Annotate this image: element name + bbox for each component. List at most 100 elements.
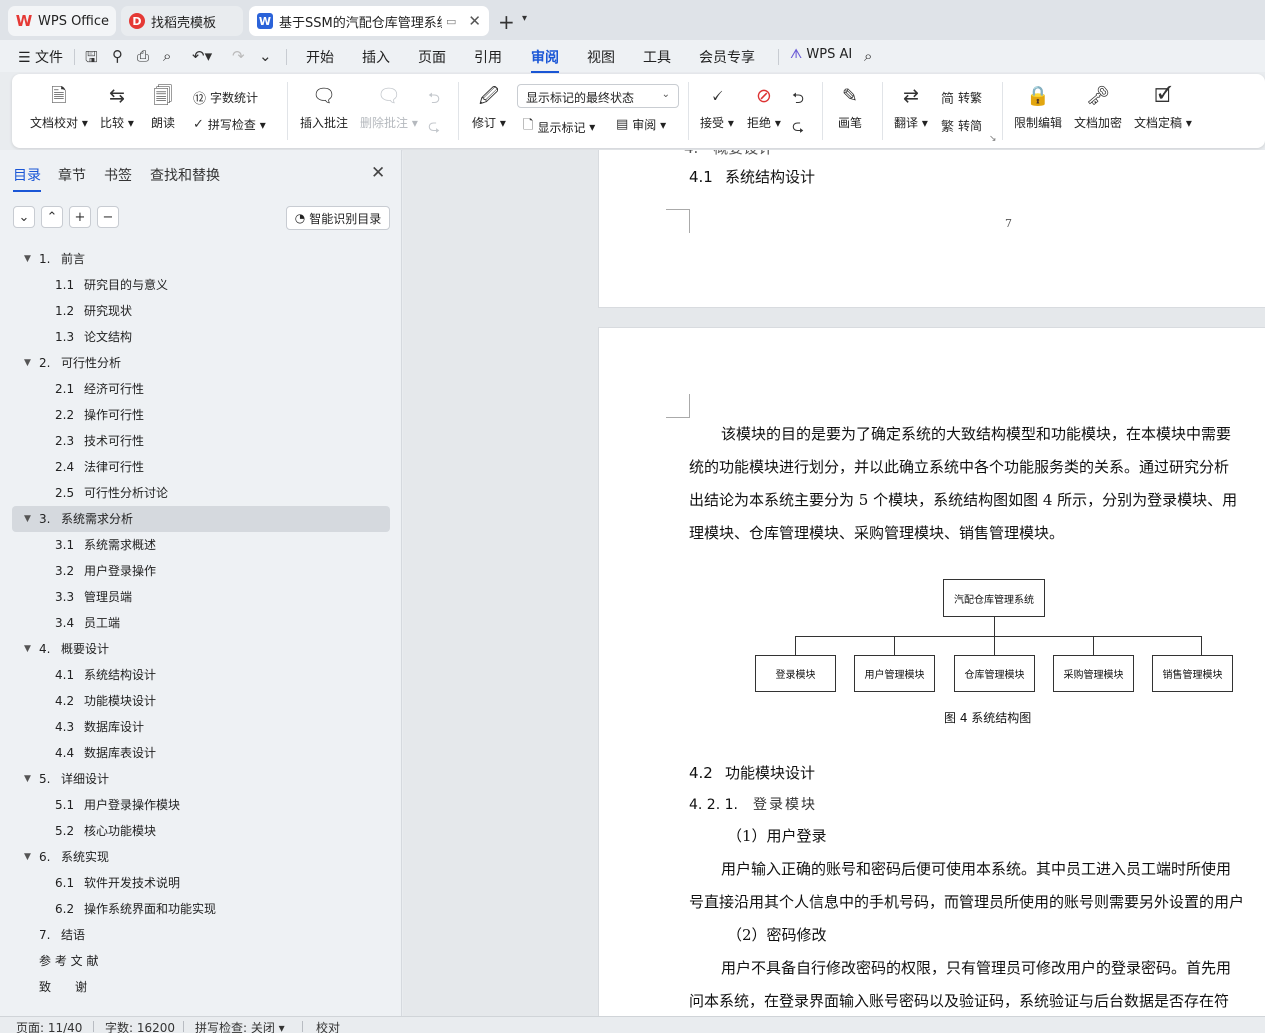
toc-item[interactable]: 5.2 核心功能模块 — [12, 818, 390, 844]
tab-chapters[interactable]: 章节 — [58, 165, 86, 185]
undo-icon[interactable]: ↶▾ — [192, 47, 212, 65]
toc-item-number: 6.2 — [55, 902, 75, 916]
smart-toc-button[interactable]: ◔ 智能识别目录 — [286, 206, 390, 230]
toc-item[interactable]: ▼ 1. 前言 — [12, 246, 390, 272]
menu-start[interactable]: 开始 — [306, 47, 334, 67]
toc-item[interactable]: 7. 结语 — [12, 922, 390, 948]
add-heading-icon[interactable]: + — [69, 206, 91, 228]
print-icon[interactable]: ⎙ — [137, 47, 149, 65]
toc-item[interactable]: 2.2 操作可行性 — [12, 402, 390, 428]
close-icon[interactable]: ✕ — [371, 163, 385, 183]
toc-item[interactable]: 3.4 员工端 — [12, 610, 390, 636]
toc-item[interactable]: 2.5 可行性分析讨论 — [12, 480, 390, 506]
expand-launcher-icon[interactable]: ↘ — [989, 134, 997, 144]
insert-comment-button[interactable]: 🗨 插入批注 — [300, 84, 348, 131]
chevron-down-icon[interactable]: ▾ — [522, 13, 527, 24]
expand-triangle-icon[interactable]: ▼ — [24, 506, 31, 532]
expand-up-icon[interactable]: ⌃ — [41, 206, 63, 228]
pen-button[interactable]: ✎ 画笔 — [838, 84, 862, 131]
tab-document[interactable]: W 基于SSM的汽配仓库管理系统 ▭ ✕ — [249, 6, 489, 36]
menu-member[interactable]: 会员专享 — [699, 47, 755, 67]
restrict-edit-button[interactable]: 🔒 限制编辑 — [1014, 84, 1062, 131]
accept-button[interactable]: 🗸 接受 ▾ — [700, 84, 734, 131]
toc-item[interactable]: 5.1 用户登录操作模块 — [12, 792, 390, 818]
word-count-indicator[interactable]: 字数: 16200 — [105, 1019, 175, 1033]
toc-item[interactable]: 3.3 管理员端 — [12, 584, 390, 610]
menu-view[interactable]: 视图 — [587, 47, 615, 67]
toc-item[interactable]: 1.3 论文结构 — [12, 324, 390, 350]
toc-item[interactable]: ▼ 5. 详细设计 — [12, 766, 390, 792]
toc-item[interactable]: 4.1 系统结构设计 — [12, 662, 390, 688]
save-icon[interactable]: 🖫 — [85, 47, 98, 72]
next-comment-icon[interactable]: ⮎ — [428, 116, 440, 141]
spell-check-button[interactable]: ✓ 拼写检查 ▾ — [193, 116, 266, 133]
toc-item[interactable]: 致 谢 — [12, 974, 390, 1000]
toc-item[interactable]: 1.1 研究目的与意义 — [12, 272, 390, 298]
tab-toc[interactable]: 目录 — [13, 165, 41, 192]
toc-item[interactable]: ▼ 6. 系统实现 — [12, 844, 390, 870]
compare-button[interactable]: ⇆ 比较 ▾ — [100, 84, 134, 131]
spell-check-status[interactable]: 拼写检查: 关闭 ▾ — [195, 1019, 285, 1033]
toc-item[interactable]: 参 考 文 献 — [12, 948, 390, 974]
read-aloud-button[interactable]: 🗐 朗读 — [151, 84, 175, 131]
chevron-down-icon[interactable]: ⌄ — [259, 47, 272, 65]
link-icon[interactable]: ⚲ — [112, 47, 123, 65]
toc-item[interactable]: 3.1 系统需求概述 — [12, 532, 390, 558]
word-count-button[interactable]: ⑫ 字数统计 — [193, 88, 258, 107]
menu-page[interactable]: 页面 — [418, 47, 446, 67]
expand-triangle-icon[interactable]: ▼ — [24, 766, 31, 792]
show-markup-button[interactable]: 🗋 显示标记 ▾ — [523, 116, 595, 138]
to-simplified-button[interactable]: 繁转简 — [941, 116, 982, 135]
to-traditional-button[interactable]: 简转繁 — [941, 88, 982, 107]
reject-button[interactable]: ⊘ 拒绝 ▾ — [747, 84, 781, 131]
menu-insert[interactable]: 插入 — [362, 47, 390, 67]
redo-icon[interactable]: ↷ — [232, 47, 245, 65]
track-changes-button[interactable]: 🖉 修订 ▾ — [472, 84, 506, 131]
encrypt-button[interactable]: 🗝 文档加密 — [1074, 84, 1122, 131]
toc-item[interactable]: 2.3 技术可行性 — [12, 428, 390, 454]
doc-check-button[interactable]: 🗎 文档校对 ▾ — [30, 84, 88, 131]
delete-comment-button[interactable]: 🗨 删除批注 ▾ — [360, 84, 418, 131]
menu-tools[interactable]: 工具 — [643, 47, 671, 67]
expand-triangle-icon[interactable]: ▼ — [24, 350, 31, 376]
document-canvas[interactable]: 4. 概要设计 4.1系统结构设计 7 该模块的目的是要为了确定系统的大致结构模… — [403, 150, 1265, 1016]
review-pane-button[interactable]: ▤ 审阅 ▾ — [616, 116, 666, 133]
translate-button[interactable]: ⇄ 翻译 ▾ — [894, 84, 928, 131]
menu-references[interactable]: 引用 — [474, 47, 502, 67]
previous-change-icon[interactable]: ⮌ — [792, 88, 804, 113]
toc-item[interactable]: 4.3 数据库设计 — [12, 714, 390, 740]
expand-triangle-icon[interactable]: ▼ — [24, 636, 31, 662]
new-tab-button[interactable]: + — [498, 10, 515, 34]
expand-triangle-icon[interactable]: ▼ — [24, 844, 31, 870]
toc-item[interactable]: ▼ 2. 可行性分析 — [12, 350, 390, 376]
tab-docer-templates[interactable]: D 找稻壳模板 — [121, 6, 243, 36]
menu-review[interactable]: 审阅 — [531, 47, 559, 73]
close-tab-icon[interactable]: ✕ — [468, 12, 481, 30]
toc-item[interactable]: ▼ 4. 概要设计 — [12, 636, 390, 662]
toc-item[interactable]: 6.1 软件开发技术说明 — [12, 870, 390, 896]
tab-bookmarks[interactable]: 书签 — [104, 165, 132, 185]
search-icon[interactable]: ⌕ — [864, 47, 872, 65]
collapse-icon[interactable]: ⌄ — [13, 206, 35, 228]
toc-item[interactable]: 6.2 操作系统界面和功能实现 — [12, 896, 390, 922]
print-preview-icon[interactable]: ⌕ — [163, 47, 171, 65]
toc-item[interactable]: 4.4 数据库表设计 — [12, 740, 390, 766]
finalize-button[interactable]: 🗹 文档定稿 ▾ — [1134, 84, 1192, 131]
tab-find-replace[interactable]: 查找和替换 — [150, 165, 220, 185]
previous-comment-icon[interactable]: ⮌ — [428, 88, 440, 113]
wps-ai-button[interactable]: ᗑ WPS AI — [790, 47, 852, 62]
toc-item[interactable]: 2.4 法律可行性 — [12, 454, 390, 480]
page-indicator[interactable]: 页面: 11/40 — [16, 1019, 82, 1033]
remove-heading-icon[interactable]: − — [97, 206, 119, 228]
proofread-button[interactable]: 校对 — [316, 1019, 340, 1033]
next-change-icon[interactable]: ⮎ — [792, 116, 804, 141]
file-menu[interactable]: ☰ 文件 — [18, 47, 63, 67]
toc-item[interactable]: 1.2 研究现状 — [12, 298, 390, 324]
toc-item[interactable]: 2.1 经济可行性 — [12, 376, 390, 402]
toc-item[interactable]: 3.2 用户登录操作 — [12, 558, 390, 584]
expand-triangle-icon[interactable]: ▼ — [24, 246, 31, 272]
tab-wps-office[interactable]: W WPS Office — [8, 6, 116, 36]
markup-view-select[interactable]: 显示标记的最终状态 ⌄ — [517, 84, 679, 108]
toc-item[interactable]: ▼ 3. 系统需求分析 — [12, 506, 390, 532]
toc-item[interactable]: 4.2 功能模块设计 — [12, 688, 390, 714]
